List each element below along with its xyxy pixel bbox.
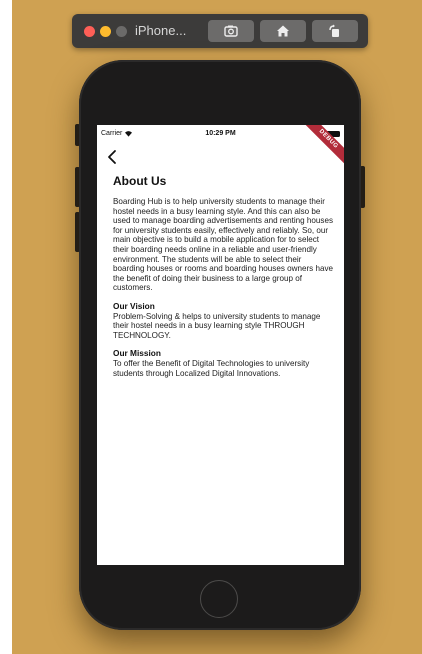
- close-window-button[interactable]: [84, 26, 95, 37]
- status-time: 10:29 PM: [205, 130, 236, 137]
- simulator-title: iPhone...: [135, 23, 187, 38]
- screenshot-icon: [224, 25, 238, 37]
- vision-text: Problem-Solving & helps to university st…: [113, 311, 321, 340]
- mission-heading: Our Mission: [113, 348, 161, 359]
- screenshot-button[interactable]: [208, 20, 254, 42]
- rotate-button[interactable]: [312, 20, 358, 42]
- home-button[interactable]: [260, 20, 306, 42]
- zoom-window-button[interactable]: [116, 26, 127, 37]
- mission-text: To offer the Benefit of Digital Technolo…: [113, 358, 310, 378]
- page-title: About Us: [113, 174, 167, 188]
- back-arrow-icon[interactable]: [106, 149, 118, 165]
- about-intro-text: Boarding Hub is to help university stude…: [113, 197, 334, 293]
- minimize-window-button[interactable]: [100, 26, 111, 37]
- status-bar: Carrier 10:29 PM: [97, 128, 344, 140]
- home-icon: [277, 25, 289, 37]
- rotate-icon: [329, 24, 339, 37]
- vision-heading: Our Vision: [113, 300, 155, 311]
- about-content: About Us Boarding Hub is to help univers…: [113, 174, 335, 387]
- phone-screen: Carrier 10:29 PM DEBUG About Us Boarding…: [97, 125, 344, 565]
- simulator-toolbar: iPhone...: [72, 14, 368, 48]
- phone-home-button[interactable]: [200, 580, 238, 618]
